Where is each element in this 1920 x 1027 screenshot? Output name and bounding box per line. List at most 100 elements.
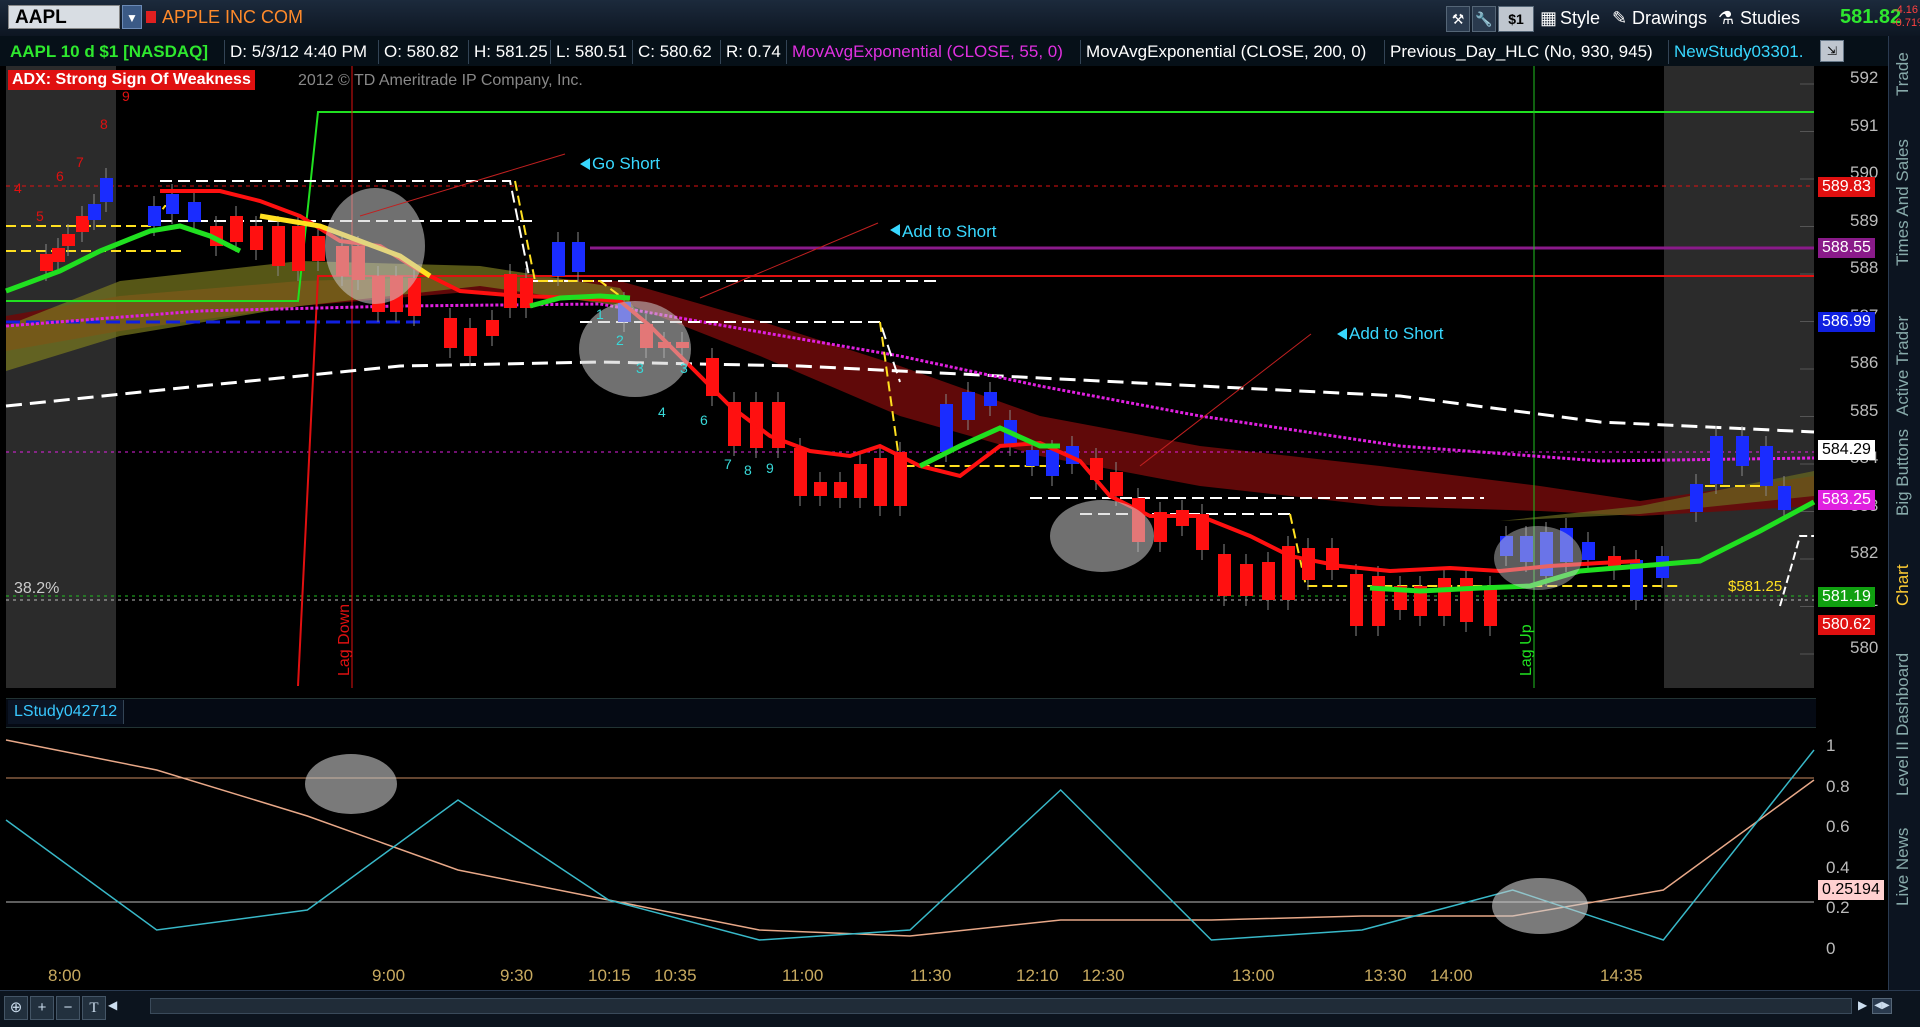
candle bbox=[1026, 450, 1039, 466]
price-tick: 585 bbox=[1850, 400, 1879, 420]
right-tab-active-trader[interactable]: Active Trader bbox=[1893, 316, 1913, 416]
scroll-left-icon[interactable]: ◀ bbox=[108, 998, 117, 1012]
right-tab-times-and-sales[interactable]: Times And Sales bbox=[1893, 139, 1913, 266]
candle bbox=[1372, 576, 1385, 626]
time-tick: 13:30 bbox=[1364, 966, 1407, 985]
divider bbox=[720, 40, 721, 64]
candle bbox=[76, 216, 89, 232]
symbol-input[interactable]: AAPL bbox=[8, 5, 120, 29]
divider bbox=[468, 40, 469, 64]
candle bbox=[444, 318, 457, 348]
text-tool-icon[interactable]: T bbox=[82, 996, 106, 1020]
zoom-slider-icon[interactable]: ◀▶ bbox=[1872, 998, 1892, 1014]
studies-button[interactable]: Studies bbox=[1740, 6, 1800, 30]
count-label: 8 bbox=[100, 116, 108, 132]
level-label: $581.25 bbox=[1728, 578, 1783, 595]
bar-date: D: 5/3/12 4:40 PM bbox=[230, 42, 368, 61]
candle bbox=[1302, 548, 1315, 580]
go-short-annotation: Go Short bbox=[592, 154, 661, 173]
wrench-icon[interactable]: 🔧 bbox=[1472, 6, 1496, 32]
bar-open: O: 580.82 bbox=[384, 42, 459, 61]
lower-study-svg[interactable] bbox=[0, 728, 1888, 954]
count-label: 3 bbox=[680, 360, 688, 376]
pencil-icon[interactable]: ✎ bbox=[1612, 6, 1627, 30]
chart-settings-icon[interactable]: ⚒ bbox=[1446, 6, 1470, 32]
right-tab-trade[interactable]: Trade bbox=[1893, 52, 1913, 96]
price-tick: 582 bbox=[1850, 543, 1879, 562]
zoom-out-icon[interactable]: − bbox=[56, 996, 80, 1020]
candle bbox=[1218, 554, 1231, 596]
study-prev-day-hlc[interactable]: Previous_Day_HLC (No, 930, 945) bbox=[1390, 42, 1653, 62]
price-tick: 586 bbox=[1850, 353, 1879, 372]
candle bbox=[1110, 472, 1123, 496]
add-short-annotation: Add to Short bbox=[902, 222, 997, 241]
candle bbox=[1046, 450, 1059, 476]
right-tab-big-buttons[interactable]: Big Buttons bbox=[1893, 429, 1913, 516]
divider bbox=[550, 40, 551, 64]
go-short-arrow-icon bbox=[580, 158, 590, 170]
highlight-ellipse bbox=[1494, 526, 1582, 590]
price-flag: 580.62 bbox=[1818, 614, 1875, 635]
count-label: 6 bbox=[700, 412, 708, 428]
candle bbox=[230, 216, 243, 242]
zoom-in-icon[interactable]: + bbox=[30, 996, 54, 1020]
candle bbox=[166, 194, 179, 214]
study-ema-200[interactable]: MovAvgExponential (CLOSE, 200, 0) bbox=[1086, 42, 1366, 62]
candle bbox=[962, 392, 975, 420]
study-ema-55[interactable]: MovAvgExponential (CLOSE, 55, 0) bbox=[792, 42, 1063, 62]
price-flag: 584.29 bbox=[1818, 440, 1875, 461]
price-flag: 581.19 bbox=[1818, 587, 1875, 608]
style-icon[interactable]: ▦ bbox=[1540, 6, 1557, 30]
bar-range: R: 0.74 bbox=[726, 42, 781, 61]
candle bbox=[1262, 562, 1275, 600]
divider bbox=[632, 40, 633, 64]
lower-axis: 1 0.8 0.6 0.4 0.2 0 bbox=[1816, 728, 1888, 958]
add-short-arrow-icon bbox=[1337, 328, 1347, 340]
right-tab-live-news[interactable]: Live News bbox=[1893, 828, 1913, 906]
style-button[interactable]: Style bbox=[1560, 6, 1600, 30]
symbol-dropdown-icon[interactable]: ▼ bbox=[122, 5, 142, 29]
add-short-pointer-2 bbox=[1139, 333, 1312, 467]
right-tab-level-ii[interactable]: Level II bbox=[1893, 741, 1913, 796]
candle bbox=[984, 392, 997, 406]
fib-label: 38.2% bbox=[14, 580, 60, 597]
candle bbox=[1690, 484, 1703, 512]
candle bbox=[40, 254, 53, 271]
study-new[interactable]: NewStudy03301. bbox=[1674, 42, 1803, 62]
scroll-right-icon[interactable]: ▶ bbox=[1858, 998, 1867, 1012]
right-tab-chart[interactable]: Chart bbox=[1893, 564, 1913, 606]
candle bbox=[1350, 574, 1363, 626]
candle bbox=[312, 236, 325, 261]
candle bbox=[148, 206, 161, 226]
candle bbox=[1460, 578, 1473, 622]
count-label: 1 bbox=[596, 306, 604, 322]
count-label: 2 bbox=[616, 332, 624, 348]
right-tab-dashboard[interactable]: Dashboard bbox=[1893, 653, 1913, 736]
count-label: 9 bbox=[122, 88, 130, 104]
price-tick: 589 bbox=[1850, 210, 1879, 230]
count-label: 8 bbox=[744, 462, 752, 478]
lower-study-title[interactable]: LStudy042712 bbox=[8, 700, 125, 724]
lag-up-label: Lag Up bbox=[1518, 624, 1535, 676]
candle bbox=[292, 226, 305, 271]
time-tick: 11:30 bbox=[910, 966, 952, 985]
drawings-button[interactable]: Drawings bbox=[1632, 6, 1707, 30]
candle bbox=[814, 482, 827, 496]
flask-icon[interactable]: ⚗ bbox=[1718, 6, 1734, 30]
time-tick: 12:30 bbox=[1082, 966, 1125, 985]
divider bbox=[1080, 40, 1081, 64]
highlight-ellipse bbox=[325, 188, 425, 304]
dollar-badge-button[interactable]: $1 bbox=[1498, 6, 1534, 32]
time-axis[interactable]: 8:00 9:00 9:30 10:15 10:35 11:00 11:30 12:10 12:… bbox=[0, 966, 1816, 988]
crosshair-icon[interactable]: ⊕ bbox=[4, 996, 28, 1020]
candle bbox=[188, 202, 201, 222]
divider bbox=[224, 40, 225, 64]
change-box: -4.16 -0.71% bbox=[1892, 4, 1920, 30]
price-chart-svg bbox=[5, 66, 1816, 688]
expand-icon[interactable]: ⇲ bbox=[1820, 40, 1844, 62]
highlight-ellipse bbox=[1050, 500, 1154, 572]
count-label: 6 bbox=[56, 168, 64, 184]
price-change: -4.16 bbox=[1892, 4, 1918, 16]
highlight-ellipse bbox=[1492, 878, 1588, 934]
chart-scrollbar[interactable] bbox=[150, 998, 1852, 1014]
